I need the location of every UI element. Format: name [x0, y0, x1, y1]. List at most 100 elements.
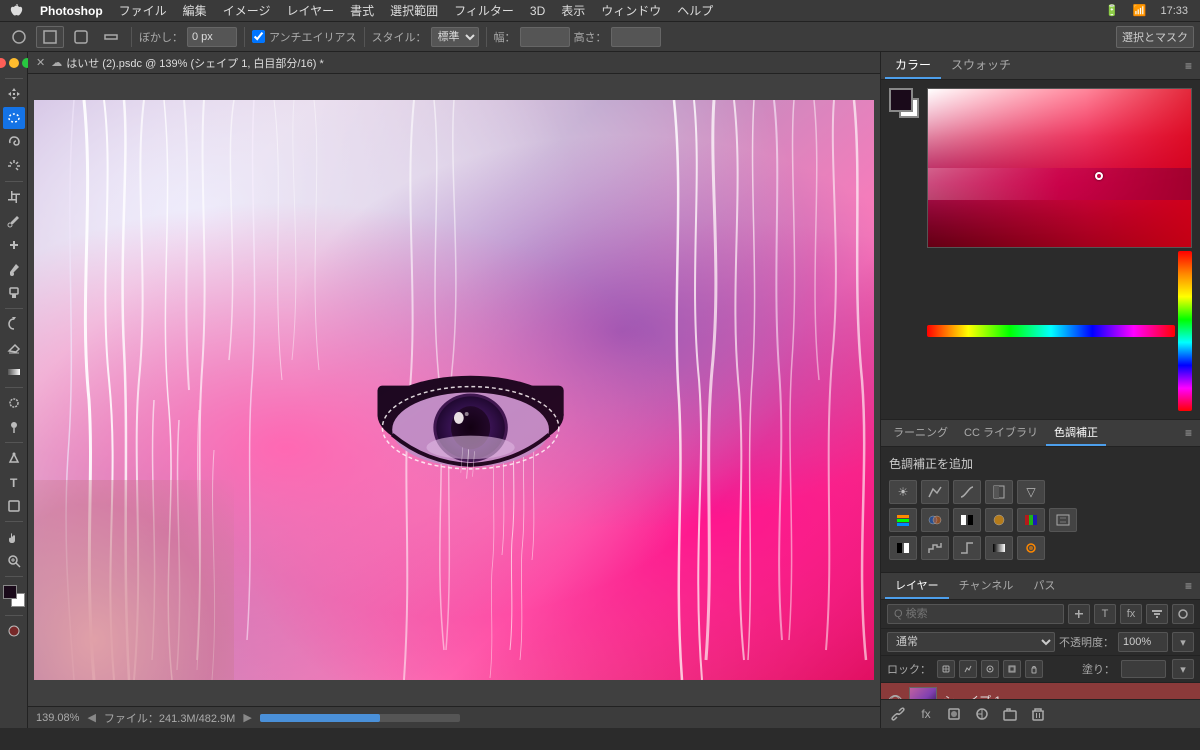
- layers-icon-circle[interactable]: [1172, 604, 1194, 624]
- opacity-arrow[interactable]: ▾: [1172, 632, 1194, 652]
- lock-position[interactable]: [981, 660, 999, 678]
- tab-layers[interactable]: レイヤー: [885, 573, 949, 599]
- layers-icon-adjustment[interactable]: T: [1094, 604, 1116, 624]
- layers-search-input[interactable]: [887, 604, 1064, 624]
- color-gradient-picker[interactable]: [927, 88, 1192, 248]
- lock-artboard[interactable]: [1003, 660, 1021, 678]
- tab-paths[interactable]: パス: [1023, 573, 1065, 599]
- menu-edit[interactable]: 編集: [175, 0, 215, 21]
- tool-text[interactable]: T: [3, 471, 25, 493]
- tool-brush[interactable]: [3, 258, 25, 280]
- layers-icon-effect[interactable]: fx: [1120, 604, 1142, 624]
- close-btn[interactable]: [0, 58, 6, 68]
- app-name[interactable]: Photoshop: [32, 2, 111, 20]
- nav-arrow-left[interactable]: ◀: [87, 711, 95, 724]
- adj-icon-vibrance[interactable]: ▽: [1017, 480, 1045, 504]
- lock-image[interactable]: [959, 660, 977, 678]
- menu-help[interactable]: ヘルプ: [669, 0, 721, 21]
- lock-transparent[interactable]: [937, 660, 955, 678]
- tool-crop[interactable]: [3, 186, 25, 208]
- color-panel-menu[interactable]: ≡: [1181, 55, 1196, 77]
- adj-icon-gradient-map[interactable]: [985, 536, 1013, 560]
- style-select[interactable]: 標準: [431, 27, 479, 47]
- tool-eyedropper[interactable]: [3, 210, 25, 232]
- tab-swatches[interactable]: スウォッチ: [941, 52, 1021, 79]
- adj-icon-curves[interactable]: [953, 480, 981, 504]
- color-cursor[interactable]: [1095, 172, 1103, 180]
- tool-foreground-bg[interactable]: [1, 581, 27, 611]
- menu-filter[interactable]: フィルター: [446, 0, 522, 21]
- tool-marquee-ellipse[interactable]: [3, 107, 25, 129]
- tool-magic-wand[interactable]: [3, 155, 25, 177]
- menu-3d[interactable]: 3D: [522, 2, 553, 20]
- vertical-hue-bar[interactable]: [1178, 251, 1192, 411]
- tool-hand[interactable]: [3, 526, 25, 548]
- width-input[interactable]: [520, 27, 570, 47]
- layer-mask-btn[interactable]: [943, 704, 965, 724]
- tool-dodge[interactable]: [3, 416, 25, 438]
- adj-panel-menu[interactable]: ≡: [1181, 422, 1196, 444]
- minimize-btn[interactable]: [9, 58, 19, 68]
- toolbar-icon-2[interactable]: [36, 26, 64, 48]
- tool-blur[interactable]: [3, 392, 25, 414]
- menu-view[interactable]: 表示: [553, 0, 593, 21]
- nav-arrow-right[interactable]: ▶: [243, 711, 251, 724]
- adj-icon-hsl[interactable]: [889, 508, 917, 532]
- tab-learning[interactable]: ラーニング: [885, 420, 956, 446]
- toolbar-icon-3[interactable]: [68, 27, 94, 47]
- tool-eraser[interactable]: [3, 337, 25, 359]
- tool-pen[interactable]: [3, 447, 25, 469]
- adj-icon-invert[interactable]: [889, 536, 917, 560]
- layer-delete-btn[interactable]: [1027, 704, 1049, 724]
- fill-arrow[interactable]: ▾: [1172, 659, 1194, 679]
- tab-color[interactable]: カラー: [885, 52, 941, 79]
- layer-link-btn[interactable]: [887, 704, 909, 724]
- toolbar-icon-1[interactable]: [6, 27, 32, 47]
- adj-icon-selective-color[interactable]: [1017, 536, 1045, 560]
- menu-type[interactable]: 書式: [342, 0, 382, 21]
- hue-bar[interactable]: [927, 325, 1175, 337]
- adj-icon-brightness[interactable]: ☀: [889, 480, 917, 504]
- menu-file[interactable]: ファイル: [111, 0, 175, 21]
- tool-gradient[interactable]: [3, 361, 25, 383]
- toolbar-icon-4[interactable]: [98, 27, 124, 47]
- foreground-color-swatch[interactable]: [889, 88, 913, 112]
- tab-adjustment[interactable]: 色調補正: [1046, 420, 1106, 446]
- tool-heal[interactable]: [3, 234, 25, 256]
- tab-cc-libraries[interactable]: CC ライブラリ: [956, 420, 1046, 446]
- layers-panel-menu[interactable]: ≡: [1181, 575, 1196, 597]
- adj-icon-bw[interactable]: [953, 508, 981, 532]
- menu-window[interactable]: ウィンドウ: [593, 0, 669, 21]
- layer-item-shape1[interactable]: 👁 シェイプ 1: [881, 683, 1200, 699]
- adj-icon-posterize[interactable]: [921, 536, 949, 560]
- adj-icon-colorbalance[interactable]: [921, 508, 949, 532]
- adj-icon-exposure[interactable]: [985, 480, 1013, 504]
- fill-input[interactable]: 100%: [1121, 660, 1166, 678]
- tool-zoom[interactable]: [3, 550, 25, 572]
- tab-channels[interactable]: チャンネル: [949, 573, 1024, 599]
- menu-image[interactable]: イメージ: [215, 0, 279, 21]
- menu-select[interactable]: 選択範囲: [382, 0, 446, 21]
- blur-input[interactable]: [187, 27, 237, 47]
- layers-icon-new[interactable]: [1068, 604, 1090, 624]
- height-input[interactable]: [611, 27, 661, 47]
- adj-icon-photofilter[interactable]: [985, 508, 1013, 532]
- tool-history-brush[interactable]: [3, 313, 25, 335]
- antialias-checkbox[interactable]: [252, 30, 265, 43]
- layers-icon-filter[interactable]: [1146, 604, 1168, 624]
- tool-quick-mask[interactable]: [3, 620, 25, 642]
- adj-icon-colorlookup[interactable]: [1049, 508, 1077, 532]
- tool-stamp[interactable]: [3, 282, 25, 304]
- tool-move[interactable]: [3, 83, 25, 105]
- adj-icon-channelmix[interactable]: [1017, 508, 1045, 532]
- layer-mode-select[interactable]: 通常: [887, 632, 1055, 652]
- menu-layer[interactable]: レイヤー: [278, 0, 342, 21]
- lock-all[interactable]: [1025, 660, 1043, 678]
- layer-adj-btn[interactable]: [971, 704, 993, 724]
- opacity-input[interactable]: [1118, 632, 1168, 652]
- layer-fx-btn[interactable]: fx: [915, 704, 937, 724]
- select-mask-btn[interactable]: 選択とマスク: [1116, 26, 1194, 48]
- adj-icon-threshold[interactable]: [953, 536, 981, 560]
- tool-lasso[interactable]: [3, 131, 25, 153]
- canvas-container[interactable]: [28, 74, 880, 706]
